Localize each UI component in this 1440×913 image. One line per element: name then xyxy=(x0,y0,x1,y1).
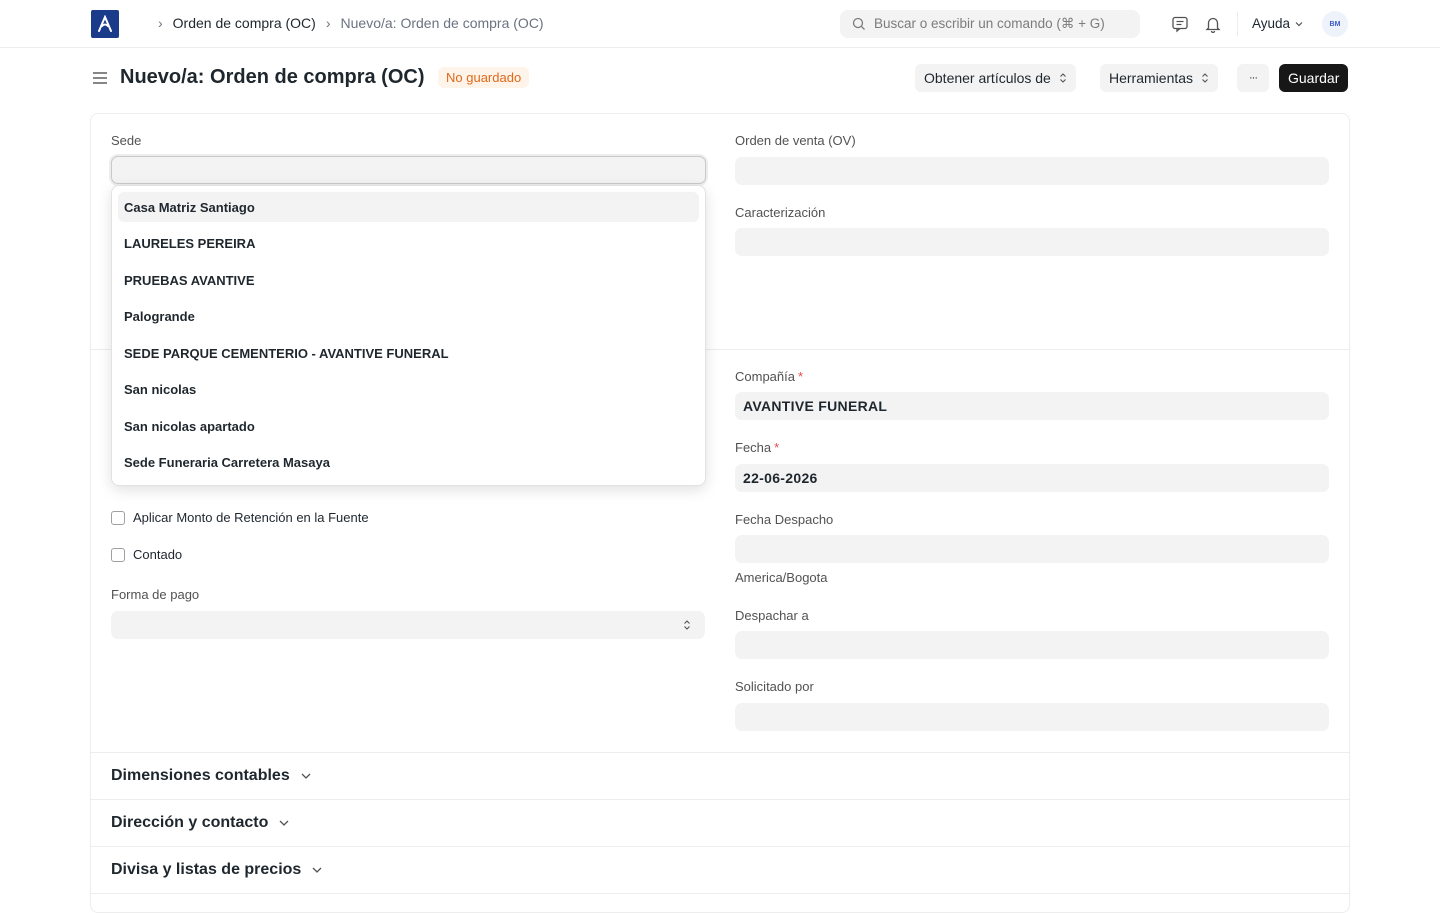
bell-icon[interactable] xyxy=(1203,14,1223,34)
section-title: Dimensiones contables xyxy=(111,767,290,784)
dropdown-option[interactable]: Sede Funeraria Carretera Masaya xyxy=(118,448,699,478)
dropdown-option[interactable]: Casa Matriz Santiago xyxy=(118,192,699,222)
chat-icon[interactable] xyxy=(1170,14,1190,34)
date-input[interactable]: 22-06-2026 xyxy=(735,464,1329,492)
caracterizacion-label: Caracterización xyxy=(735,205,826,220)
breadcrumb: › Orden de compra (OC) › Nuevo/a: Orden … xyxy=(158,15,544,31)
status-badge: No guardado xyxy=(438,67,530,88)
dropdown-option[interactable]: PRUEBAS AVANTIVE xyxy=(118,265,699,295)
section-title: Dirección y contacto xyxy=(111,814,269,831)
dispatch-date-input[interactable] xyxy=(735,535,1329,563)
withholding-checkbox-row[interactable]: Aplicar Monto de Retención en la Fuente xyxy=(111,510,369,525)
sede-dropdown: Casa Matriz Santiago LAURELES PEREIRA PR… xyxy=(111,185,706,486)
sales-order-input[interactable] xyxy=(735,157,1329,185)
page-title: Nuevo/a: Orden de compra (OC) xyxy=(120,66,425,88)
company-input[interactable]: AVANTIVE FUNERAL xyxy=(735,392,1329,420)
section-accounting-dimensions[interactable]: Dimensiones contables xyxy=(91,752,1349,799)
date-value: 22-06-2026 xyxy=(743,470,818,486)
dispatch-to-label: Despachar a xyxy=(735,608,809,623)
section-currency-pricelists[interactable]: Divisa y listas de precios xyxy=(91,846,1349,893)
dispatch-to-input[interactable] xyxy=(735,631,1329,659)
logo-icon xyxy=(98,15,112,32)
company-label-text: Compañía xyxy=(735,369,795,384)
withholding-label: Aplicar Monto de Retención en la Fuente xyxy=(133,510,369,525)
section-divider xyxy=(91,893,1349,894)
navbar-divider xyxy=(1237,12,1238,36)
dropdown-option[interactable]: San nicolas xyxy=(118,375,699,405)
dropdown-option[interactable]: Palogrande xyxy=(118,302,699,332)
section-title: Divisa y listas de precios xyxy=(111,861,302,878)
company-label: Compañía * xyxy=(735,369,803,384)
chevron-down-icon xyxy=(312,867,322,873)
payment-method-select[interactable] xyxy=(111,611,705,639)
required-marker: * xyxy=(797,369,804,384)
sede-input[interactable] xyxy=(111,156,706,184)
search-bar[interactable]: Buscar o escribir un comando (⌘ + G) xyxy=(840,10,1140,38)
cash-label: Contado xyxy=(133,547,183,562)
sidebar-toggle-icon[interactable] xyxy=(92,70,108,86)
help-label: Ayuda xyxy=(1252,16,1291,31)
chevron-down-icon xyxy=(301,773,311,779)
app-logo[interactable] xyxy=(91,10,119,38)
section-address-contact[interactable]: Dirección y contacto xyxy=(91,799,1349,846)
company-value: AVANTIVE FUNERAL xyxy=(743,398,888,414)
help-menu[interactable]: Ayuda xyxy=(1252,16,1304,31)
breadcrumb-current[interactable]: Nuevo/a: Orden de compra (OC) xyxy=(341,15,544,31)
dropdown-option[interactable]: SEDE PARQUE CEMENTERIO - AVANTIVE FUNERA… xyxy=(118,338,699,368)
date-label: Fecha * xyxy=(735,440,779,455)
date-label-text: Fecha xyxy=(735,440,772,455)
required-marker: * xyxy=(774,440,780,455)
chevron-right-icon: › xyxy=(158,15,163,31)
tools-button[interactable]: Herramientas xyxy=(1100,64,1219,92)
save-label: Guardar xyxy=(1288,70,1340,86)
updown-chevron-icon xyxy=(684,620,690,630)
cash-checkbox[interactable] xyxy=(111,547,125,562)
tools-label: Herramientas xyxy=(1109,70,1194,86)
breadcrumb-doctype[interactable]: Orden de compra (OC) xyxy=(173,15,316,31)
get-items-label: Obtener artículos de xyxy=(924,70,1051,86)
chevron-right-icon: › xyxy=(325,15,331,31)
avatar-initials: BM xyxy=(1329,20,1341,28)
dispatch-date-label: Fecha Despacho xyxy=(735,512,834,527)
more-icon: ··· xyxy=(1249,72,1258,84)
requested-by-input[interactable] xyxy=(735,703,1329,731)
payment-method-label: Forma de pago xyxy=(111,587,200,602)
chevron-down-icon xyxy=(279,820,289,826)
updown-chevron-icon xyxy=(1202,73,1208,83)
cash-checkbox-row[interactable]: Contado xyxy=(111,547,182,562)
get-items-button[interactable]: Obtener artículos de xyxy=(915,64,1076,92)
navbar: › Orden de compra (OC) › Nuevo/a: Orden … xyxy=(0,0,1440,48)
save-button[interactable]: Guardar xyxy=(1279,64,1349,92)
dropdown-option[interactable]: San nicolas apartado xyxy=(118,411,699,441)
chevron-down-icon xyxy=(1295,21,1303,26)
search-icon xyxy=(852,17,865,30)
search-placeholder: Buscar o escribir un comando (⌘ + G) xyxy=(874,16,1105,31)
timezone-text: America/Bogota xyxy=(735,570,828,585)
requested-by-label: Solicitado por xyxy=(735,679,814,694)
sales-order-label: Orden de venta (OV) xyxy=(735,133,856,148)
more-actions-button[interactable]: ··· xyxy=(1237,64,1269,92)
avatar[interactable]: BM xyxy=(1322,11,1348,37)
sede-label: Sede xyxy=(111,133,142,148)
dropdown-option[interactable]: LAURELES PEREIRA xyxy=(118,229,699,259)
withholding-checkbox[interactable] xyxy=(111,510,125,525)
updown-chevron-icon xyxy=(1059,73,1066,83)
caracterizacion-input[interactable] xyxy=(735,228,1329,256)
